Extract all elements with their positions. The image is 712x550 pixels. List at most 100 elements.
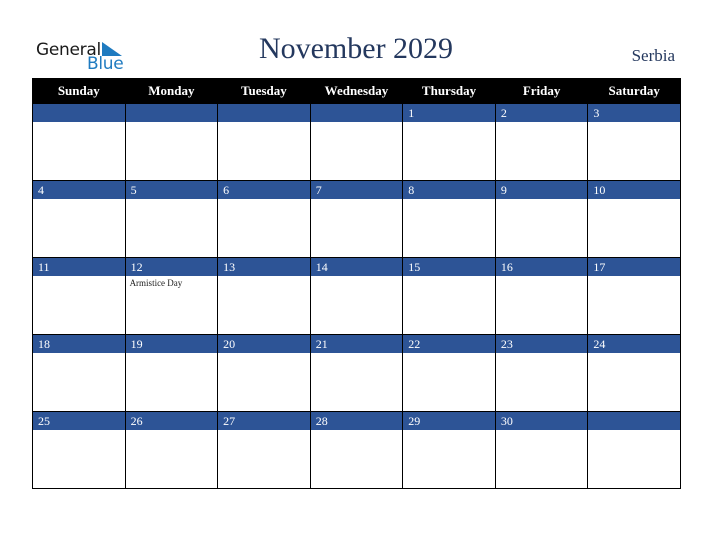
weekday-header: Monday: [124, 78, 219, 104]
holiday-label: [311, 276, 403, 278]
day-cell[interactable]: 6: [217, 180, 311, 258]
day-cell[interactable]: 29: [402, 411, 496, 489]
holiday-label: [403, 430, 495, 432]
weekday-header: Wednesday: [309, 78, 404, 104]
holiday-label: [588, 276, 680, 278]
day-cell[interactable]: 26: [124, 411, 219, 489]
day-number: 16: [495, 258, 588, 276]
day-number: 25: [33, 412, 125, 430]
holiday-label: [33, 122, 125, 124]
week-row: 123: [32, 103, 681, 181]
day-cell[interactable]: 16: [494, 257, 589, 335]
holiday-label: [33, 430, 125, 432]
day-cell[interactable]: 5: [124, 180, 219, 258]
day-number: 27: [218, 412, 310, 430]
week-row: 11 12 Armistice Day 13 14 15 16 17: [32, 257, 681, 335]
day-cell[interactable]: 3: [587, 103, 681, 181]
day-cell[interactable]: 8: [402, 180, 496, 258]
day-cell[interactable]: 27: [217, 411, 311, 489]
weekday-header: Sunday: [32, 78, 126, 104]
calendar-grid: Sunday Monday Tuesday Wednesday Thursday…: [32, 78, 681, 489]
holiday-label: [496, 122, 588, 124]
holiday-label: [403, 199, 495, 201]
day-number: 23: [495, 335, 588, 353]
day-number: [33, 104, 125, 122]
day-cell[interactable]: 11: [32, 257, 126, 335]
holiday-label: [496, 276, 588, 278]
day-cell[interactable]: 9: [494, 180, 589, 258]
holiday-label: [311, 430, 403, 432]
day-cell[interactable]: [217, 103, 311, 181]
day-cell[interactable]: [309, 103, 404, 181]
day-cell[interactable]: 25: [32, 411, 126, 489]
day-number: 5: [125, 181, 218, 199]
holiday-label: [33, 276, 125, 278]
week-row: 18 19 20 21 22 23 24: [32, 334, 681, 412]
holiday-label: [496, 353, 588, 355]
day-cell[interactable]: 10: [587, 180, 681, 258]
day-cell[interactable]: [32, 103, 126, 181]
day-number: [588, 412, 680, 430]
holiday-label: [218, 122, 310, 124]
day-cell[interactable]: [587, 411, 681, 489]
holiday-label: [218, 199, 310, 201]
day-cell[interactable]: 1: [402, 103, 496, 181]
day-cell[interactable]: 19: [124, 334, 219, 412]
holiday-label: [311, 122, 403, 124]
day-cell[interactable]: 28: [309, 411, 404, 489]
day-cell[interactable]: 12 Armistice Day: [124, 257, 219, 335]
day-number: 13: [218, 258, 310, 276]
weekday-header: Thursday: [402, 78, 496, 104]
holiday-label: [403, 122, 495, 124]
day-cell[interactable]: 4: [32, 180, 126, 258]
weekday-header: Tuesday: [217, 78, 311, 104]
day-cell[interactable]: 17: [587, 257, 681, 335]
holiday-label: [588, 199, 680, 201]
calendar-title: November 2029: [258, 32, 454, 65]
day-number: 30: [495, 412, 588, 430]
day-number: 18: [33, 335, 125, 353]
holiday-label: [588, 353, 680, 355]
holiday-label: [496, 430, 588, 432]
week-row: 4 5 6 7 8 9 10: [32, 180, 681, 258]
day-cell[interactable]: 20: [217, 334, 311, 412]
day-number: 22: [403, 335, 495, 353]
holiday-label: [588, 122, 680, 124]
day-cell[interactable]: 23: [494, 334, 589, 412]
day-cell[interactable]: 15: [402, 257, 496, 335]
holiday-label: [126, 353, 218, 355]
holiday-label: [33, 199, 125, 201]
day-number: 6: [218, 181, 310, 199]
holiday-label: [588, 430, 680, 432]
day-cell[interactable]: 2: [494, 103, 589, 181]
day-cell[interactable]: 18: [32, 334, 126, 412]
day-cell[interactable]: 13: [217, 257, 311, 335]
day-number: 26: [125, 412, 218, 430]
day-cell[interactable]: 21: [309, 334, 404, 412]
day-number: 2: [495, 104, 588, 122]
day-number: [310, 104, 403, 122]
day-number: 12: [125, 258, 218, 276]
day-cell[interactable]: 24: [587, 334, 681, 412]
day-number: 7: [310, 181, 403, 199]
day-number: 29: [403, 412, 495, 430]
day-number: 24: [588, 335, 680, 353]
day-number: 20: [218, 335, 310, 353]
day-cell[interactable]: 30: [494, 411, 589, 489]
day-cell[interactable]: 14: [309, 257, 404, 335]
day-number: 17: [588, 258, 680, 276]
holiday-label: [496, 199, 588, 201]
day-number: 10: [588, 181, 680, 199]
day-cell[interactable]: 7: [309, 180, 404, 258]
day-number: [218, 104, 310, 122]
day-number: 9: [495, 181, 588, 199]
holiday-label: [311, 353, 403, 355]
day-cell[interactable]: 22: [402, 334, 496, 412]
day-cell[interactable]: [124, 103, 219, 181]
weekday-header: Friday: [494, 78, 589, 104]
day-number: 4: [33, 181, 125, 199]
day-number: 21: [310, 335, 403, 353]
weekday-header: Saturday: [587, 78, 681, 104]
day-number: 15: [403, 258, 495, 276]
holiday-label: [126, 430, 218, 432]
